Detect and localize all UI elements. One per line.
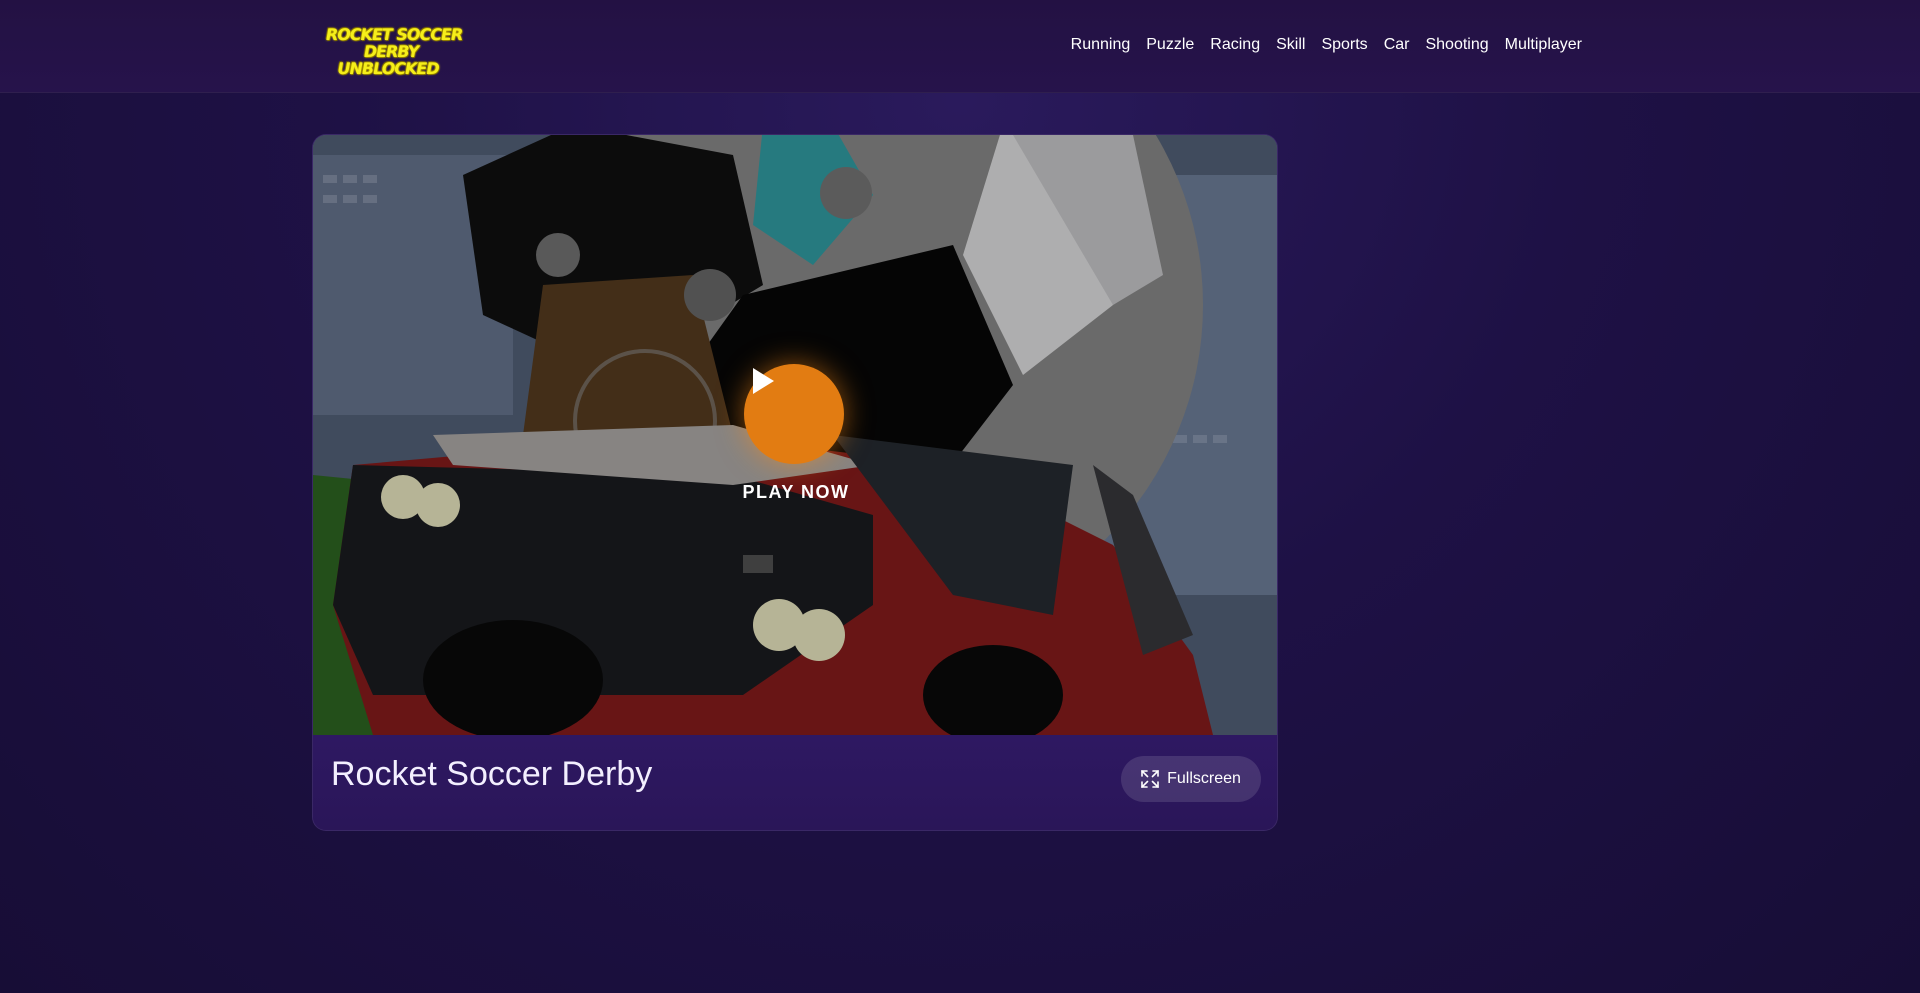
nav-link-shooting[interactable]: Shooting — [1425, 36, 1488, 54]
top-navigation-bar: ROCKET SOCCER DERBY UNBLOCKED Running Pu… — [0, 0, 1920, 93]
logo-line-1: ROCKET SOCCER DERBY — [324, 25, 464, 61]
site-logo[interactable]: ROCKET SOCCER DERBY UNBLOCKED — [308, 25, 475, 78]
game-info-bar: Rocket Soccer Derby Fullscreen — [313, 735, 1277, 830]
expand-icon — [1141, 770, 1159, 788]
play-now-label[interactable]: PLAY NOW — [696, 482, 896, 503]
nav-link-puzzle[interactable]: Puzzle — [1146, 36, 1194, 54]
nav-link-skill[interactable]: Skill — [1276, 36, 1305, 54]
nav-link-running[interactable]: Running — [1071, 36, 1131, 54]
nav-link-car[interactable]: Car — [1384, 36, 1410, 54]
nav-link-multiplayer[interactable]: Multiplayer — [1505, 36, 1582, 54]
category-nav: Running Puzzle Racing Skill Sports Car S… — [1071, 36, 1582, 54]
fullscreen-label: Fullscreen — [1167, 770, 1241, 787]
play-icon — [753, 368, 774, 394]
nav-link-racing[interactable]: Racing — [1210, 36, 1260, 54]
logo-line-2: UNBLOCKED — [335, 59, 441, 78]
play-button[interactable] — [744, 364, 844, 464]
fullscreen-button[interactable]: Fullscreen — [1121, 756, 1261, 802]
game-thumbnail[interactable]: PLAY NOW — [313, 135, 1277, 735]
nav-link-sports[interactable]: Sports — [1321, 36, 1367, 54]
game-title: Rocket Soccer Derby — [331, 755, 653, 793]
game-card: PLAY NOW Rocket Soccer Derby Fullscreen — [312, 134, 1278, 831]
